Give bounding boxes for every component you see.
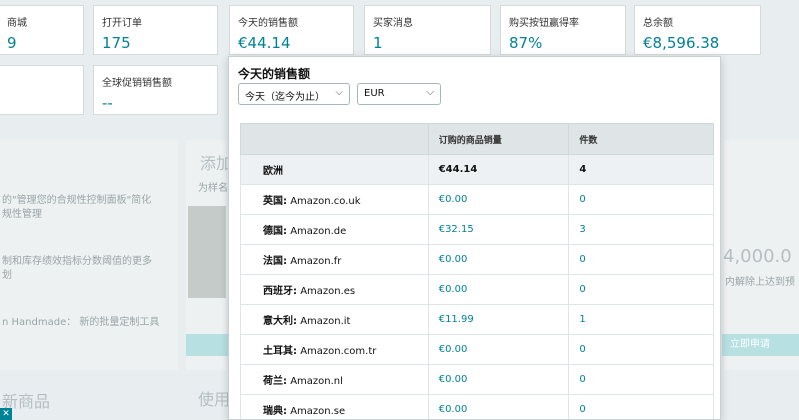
metric-label: 全球促销销售额 [102,78,172,89]
region-sales: €44.14 [427,154,570,185]
marketplace-cell: 荷兰: Amazon.nl [240,364,429,395]
site-name: Amazon.es [300,286,356,297]
units-value[interactable]: 0 [568,364,714,395]
metric-value[interactable]: -- [102,94,113,112]
metric-label: 商城 [7,18,27,29]
blank-card [0,65,84,115]
sales-value[interactable]: €11.99 [427,304,570,335]
country-name: 荷兰: [263,376,287,387]
metric-value[interactable]: €44.14 [238,34,291,52]
site-name: Amazon.nl [290,376,343,387]
units-value[interactable]: 0 [568,274,714,305]
column-header-sales: 订购的商品销量 [427,123,570,155]
units-value[interactable]: 0 [568,244,714,275]
country-name: 西班牙: [263,286,297,297]
period-select[interactable]: 今天（迄今为止） ⌵ [238,83,350,105]
metric-card-marketplaces[interactable]: 商城 9 [0,5,84,55]
financing-amount: 4,000.0 [723,246,792,267]
table-row: 西班牙: Amazon.es €0.00 0 [240,274,714,305]
period-select-value: 今天（迄今为止） [245,92,325,103]
metric-card-total-balance[interactable]: 总余额 €8,596.38 [634,5,761,55]
units-value[interactable]: 1 [568,304,714,335]
country-name: 土耳其: [263,346,297,357]
site-name: Amazon.se [290,406,346,417]
sales-value[interactable]: €0.00 [427,394,570,419]
chevron-down-icon: ⌵ [426,87,434,98]
region-units: 4 [568,154,714,185]
table-row: 瑞典: Amazon.se €0.00 0 [240,394,714,419]
region-name: 欧洲 [240,154,429,185]
country-name: 意大利: [263,316,297,327]
apply-now-label: 立即申请 [730,339,770,350]
add-action-bar[interactable] [186,334,228,356]
metric-label: 购买按钮赢得率 [509,18,579,29]
sales-value[interactable]: €0.00 [427,274,570,305]
chevron-down-icon: ⌵ [335,87,343,98]
metric-card-buyer-messages[interactable]: 买家消息 1 [364,5,491,55]
popover-title: 今天的销售额 [238,67,311,81]
marketplace-cell: 英国: Amazon.co.uk [240,184,429,215]
table-row: 土耳其: Amazon.com.tr €0.00 0 [240,334,714,365]
metric-card-global-promo-sales[interactable]: 全球促销销售额 -- [93,65,218,115]
marketplace-cell: 瑞典: Amazon.se [240,394,429,419]
marketplace-cell: 土耳其: Amazon.com.tr [240,334,429,365]
marketplace-cell: 西班牙: Amazon.es [240,274,429,305]
financing-subtext: 内解除上达到预 [725,277,795,288]
news-item[interactable]: 制和库存绩效指标分数阈值的更多 划 [2,255,172,283]
add-subtitle: 为样名 [198,183,228,194]
metric-value[interactable]: 175 [102,34,131,52]
news-item[interactable]: 的"管理您的合规性控制面板"简化 规性管理 [2,194,172,222]
sales-value[interactable]: €0.00 [427,244,570,275]
marketplace-cell: 德国: Amazon.de [240,214,429,245]
metric-card-buy-box-rate[interactable]: 购买按钮赢得率 87% [500,5,626,55]
metric-label: 打开订单 [102,18,142,29]
country-name: 瑞典: [263,406,287,417]
table-row: 英国: Amazon.co.uk €0.00 0 [240,184,714,215]
sales-value[interactable]: €0.00 [427,184,570,215]
table-header-row: 订购的商品销量 件数 [240,123,714,155]
todays-sales-popover: 今天的销售额 今天（迄今为止） ⌵ EUR ⌵ 订购的商品销量 件数 欧洲 €4… [228,56,721,420]
metric-label: 买家消息 [373,18,413,29]
news-item[interactable]: n Handmade： 新的批量定制工具 [2,316,172,330]
marketplace-cell: 法国: Amazon.fr [240,244,429,275]
site-name: Amazon.co.uk [290,196,361,207]
site-name: Amazon.fr [290,256,342,267]
site-name: Amazon.de [290,226,347,237]
use-title: 使用 [198,390,231,409]
metric-value[interactable]: 9 [7,34,17,52]
sales-value[interactable]: €0.00 [427,334,570,365]
country-name: 英国: [263,196,287,207]
metric-value[interactable]: €8,596.38 [643,34,719,52]
table-row: 荷兰: Amazon.nl €0.00 0 [240,364,714,395]
metric-value[interactable]: 87% [509,34,542,52]
metric-card-open-orders[interactable]: 打开订单 175 [93,5,218,55]
units-value[interactable]: 0 [568,394,714,419]
site-name: Amazon.it [300,316,351,327]
currency-select[interactable]: EUR ⌵ [357,83,441,105]
metric-value[interactable]: 1 [373,34,383,52]
country-name: 法国: [263,256,287,267]
column-header-marketplace [240,123,429,155]
sales-table: 订购的商品销量 件数 欧洲 €44.14 4 英国: Amazon.co.uk … [240,123,714,419]
metric-label: 今天的销售额 [238,18,298,29]
metric-label: 总余额 [643,18,673,29]
sales-value[interactable]: €32.15 [427,214,570,245]
sales-value[interactable]: €0.00 [427,364,570,395]
table-row-region: 欧洲 €44.14 4 [240,154,714,185]
close-icon[interactable]: ✕ [0,408,12,420]
units-value[interactable]: 0 [568,334,714,365]
country-name: 德国: [263,226,287,237]
column-header-units: 件数 [568,123,714,155]
site-name: Amazon.com.tr [300,346,377,357]
table-row: 意大利: Amazon.it €11.99 1 [240,304,714,335]
table-row: 德国: Amazon.de €32.15 3 [240,214,714,245]
table-row: 法国: Amazon.fr €0.00 0 [240,244,714,275]
product-image [188,206,226,298]
metric-card-todays-sales[interactable]: 今天的销售额 €44.14 [229,5,354,55]
currency-select-value: EUR [364,88,385,99]
units-value[interactable]: 3 [568,214,714,245]
marketplace-cell: 意大利: Amazon.it [240,304,429,335]
units-value[interactable]: 0 [568,184,714,215]
